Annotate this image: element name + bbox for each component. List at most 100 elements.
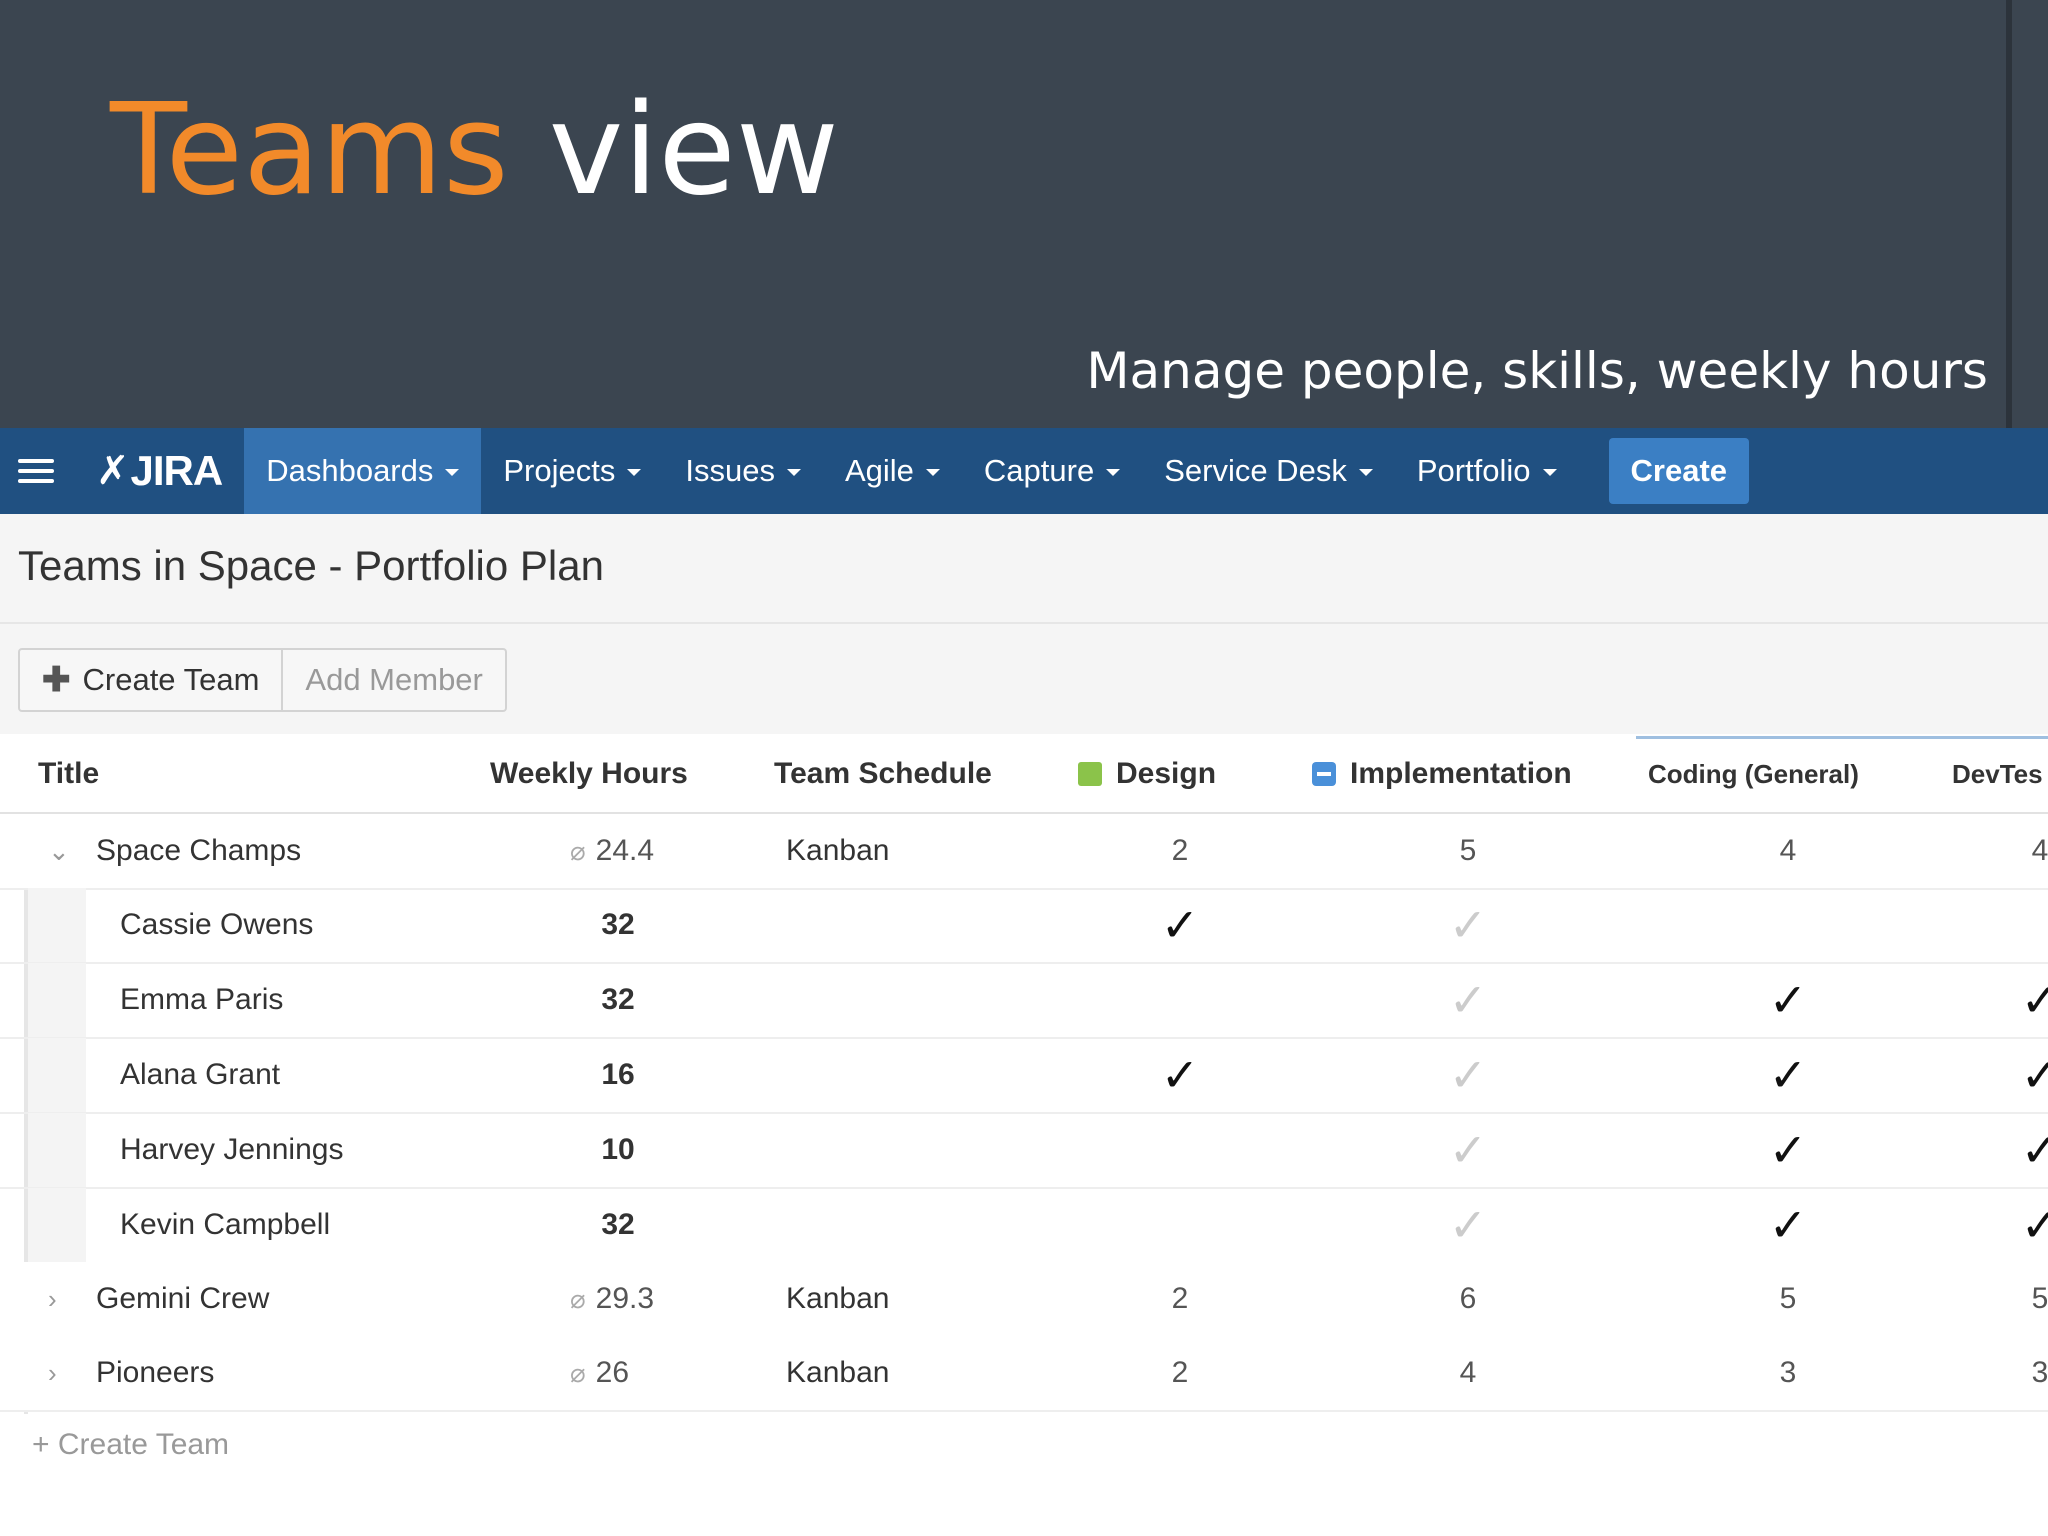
- nav-agile-label: Agile: [844, 453, 914, 488]
- average-icon: ⌀: [570, 835, 586, 866]
- nav-issues-label: Issues: [685, 453, 775, 488]
- checkmark-icon[interactable]: ✓: [1758, 1113, 1818, 1187]
- nav-service-desk[interactable]: Service Desk: [1142, 428, 1395, 514]
- skill-count-devtest: 4: [2031, 834, 2048, 867]
- member-row[interactable]: Harvey Jennings 10 ✓ ✓ ✓: [0, 1113, 2048, 1189]
- skill-count-design: 2: [1171, 1282, 1189, 1315]
- chevron-right-icon[interactable]: ›: [48, 1336, 57, 1410]
- team-row[interactable]: › Gemini Crew ⌀ 29.3 Kanban 2 6 5 5: [0, 1262, 2048, 1338]
- table-header: Title Weekly Hours Team Schedule Design …: [0, 736, 2048, 814]
- jira-logo-icon: ✗: [96, 449, 130, 493]
- skill-count-coding: 5: [1779, 1282, 1797, 1315]
- member-name[interactable]: Harvey Jennings: [120, 1113, 343, 1187]
- checkmark-icon[interactable]: ✓: [1150, 1038, 1210, 1112]
- chevron-right-icon[interactable]: ›: [48, 1262, 57, 1336]
- col-coding-general[interactable]: Coding (General): [1648, 736, 1859, 812]
- nav-dashboards[interactable]: Dashboards: [244, 428, 482, 514]
- checkmark-icon[interactable]: ✓: [1758, 1188, 1818, 1262]
- page-header: Teams in Space - Portfolio Plan: [0, 514, 2048, 624]
- team-schedule[interactable]: Kanban: [786, 814, 889, 888]
- checkmark-icon[interactable]: ✓: [1438, 963, 1498, 1037]
- team-name[interactable]: Pioneers: [96, 1336, 214, 1410]
- checkmark-icon[interactable]: ✓: [1438, 888, 1498, 962]
- col-design-label: Design: [1116, 757, 1217, 790]
- member-weekly-hours[interactable]: 10: [588, 1113, 648, 1187]
- nav-capture[interactable]: Capture: [962, 428, 1142, 514]
- member-weekly-hours[interactable]: 32: [588, 888, 648, 962]
- col-weekly-hours[interactable]: Weekly Hours: [490, 736, 688, 812]
- member-name[interactable]: Emma Paris: [120, 963, 283, 1037]
- skill-count-design: 2: [1171, 1356, 1189, 1389]
- checkmark-icon[interactable]: ✓: [1758, 1038, 1818, 1112]
- slide-title-accent: Teams: [110, 76, 509, 223]
- team-row[interactable]: ⌄ Space Champs ⌀ 24.4 Kanban 2 5 4 4: [0, 814, 2048, 890]
- col-devtest[interactable]: DevTes: [1952, 736, 2043, 812]
- checkmark-icon[interactable]: ✓: [2010, 1188, 2048, 1262]
- chevron-down-icon[interactable]: ⌄: [48, 814, 70, 888]
- toolbar: ✚ Create Team Add Member: [0, 624, 2048, 734]
- col-team-schedule[interactable]: Team Schedule: [774, 736, 992, 812]
- page-title: Teams in Space - Portfolio Plan: [18, 542, 604, 589]
- app-switcher-button[interactable]: [0, 428, 72, 514]
- create-team-button[interactable]: ✚ Create Team: [18, 648, 284, 712]
- nav-projects[interactable]: Projects: [481, 428, 663, 514]
- member-weekly-hours[interactable]: 16: [588, 1038, 648, 1112]
- team-weekly-hours: ⌀ 26: [570, 1336, 629, 1410]
- nav-agile[interactable]: Agile: [823, 428, 962, 514]
- team-schedule[interactable]: Kanban: [786, 1336, 889, 1410]
- checkmark-icon[interactable]: ✓: [1438, 1188, 1498, 1262]
- caret-down-icon: [1358, 468, 1373, 476]
- jira-logo[interactable]: ✗ JIRA: [72, 428, 244, 514]
- team-name[interactable]: Space Champs: [96, 814, 301, 888]
- slide-header: Teams view Manage people, skills, weekly…: [0, 0, 2048, 428]
- create-team-label: Create Team: [82, 662, 260, 697]
- slide-edge: [2006, 0, 2012, 428]
- design-skill-icon: [1078, 762, 1102, 786]
- member-name[interactable]: Kevin Campbell: [120, 1188, 330, 1262]
- average-icon: ⌀: [570, 1357, 586, 1388]
- member-row[interactable]: Kevin Campbell 32 ✓ ✓ ✓: [0, 1188, 2048, 1264]
- caret-down-icon: [1106, 468, 1121, 476]
- col-design[interactable]: Design: [1078, 736, 1216, 812]
- checkmark-icon[interactable]: ✓: [1438, 1113, 1498, 1187]
- skill-count-design: 2: [1171, 834, 1189, 867]
- member-name[interactable]: Alana Grant: [120, 1038, 280, 1112]
- team-hours-value: 26: [595, 1356, 630, 1389]
- member-weekly-hours[interactable]: 32: [588, 963, 648, 1037]
- team-schedule[interactable]: Kanban: [786, 1262, 889, 1336]
- team-weekly-hours: ⌀ 24.4: [570, 814, 654, 888]
- checkmark-icon[interactable]: ✓: [2010, 1038, 2048, 1112]
- plus-icon: ✚: [42, 661, 71, 699]
- average-icon: ⌀: [570, 1283, 586, 1314]
- col-title[interactable]: Title: [38, 736, 99, 812]
- slide-title-rest: view: [508, 76, 839, 223]
- skill-count-implementation: 4: [1459, 1356, 1477, 1389]
- caret-down-icon: [1542, 468, 1557, 476]
- checkmark-icon[interactable]: ✓: [2010, 963, 2048, 1037]
- nav-portfolio[interactable]: Portfolio: [1395, 428, 1579, 514]
- team-row[interactable]: › Pioneers ⌀ 26 Kanban 2 4 3 3: [0, 1336, 2048, 1412]
- member-name[interactable]: Cassie Owens: [120, 888, 313, 962]
- slide-subtitle: Manage people, skills, weekly hours: [1086, 342, 1988, 400]
- checkmark-icon[interactable]: ✓: [1758, 963, 1818, 1037]
- checkmark-icon[interactable]: ✓: [2010, 1113, 2048, 1187]
- col-implementation-label: Implementation: [1350, 757, 1572, 790]
- checkmark-icon[interactable]: ✓: [1150, 888, 1210, 962]
- nav-issues[interactable]: Issues: [663, 428, 823, 514]
- team-hours-value: 24.4: [595, 834, 655, 867]
- member-row[interactable]: Cassie Owens 32 ✓ ✓: [0, 888, 2048, 964]
- create-issue-button[interactable]: Create: [1608, 438, 1750, 504]
- create-team-link[interactable]: + Create Team: [32, 1428, 229, 1462]
- team-name[interactable]: Gemini Crew: [96, 1262, 269, 1336]
- col-implementation[interactable]: Implementation: [1312, 736, 1572, 812]
- jira-navbar: ✗ JIRA Dashboards Projects Issues Agile C…: [0, 428, 2048, 514]
- member-indent: [28, 1038, 86, 1112]
- checkmark-icon[interactable]: ✓: [1438, 1038, 1498, 1112]
- nav-portfolio-label: Portfolio: [1416, 453, 1531, 488]
- caret-down-icon: [786, 468, 801, 476]
- member-weekly-hours[interactable]: 32: [588, 1188, 648, 1262]
- add-member-button[interactable]: Add Member: [283, 648, 507, 712]
- member-row[interactable]: Emma Paris 32 ✓ ✓ ✓: [0, 963, 2048, 1039]
- member-row[interactable]: Alana Grant 16 ✓ ✓ ✓ ✓: [0, 1038, 2048, 1114]
- skill-count-implementation: 6: [1459, 1282, 1477, 1315]
